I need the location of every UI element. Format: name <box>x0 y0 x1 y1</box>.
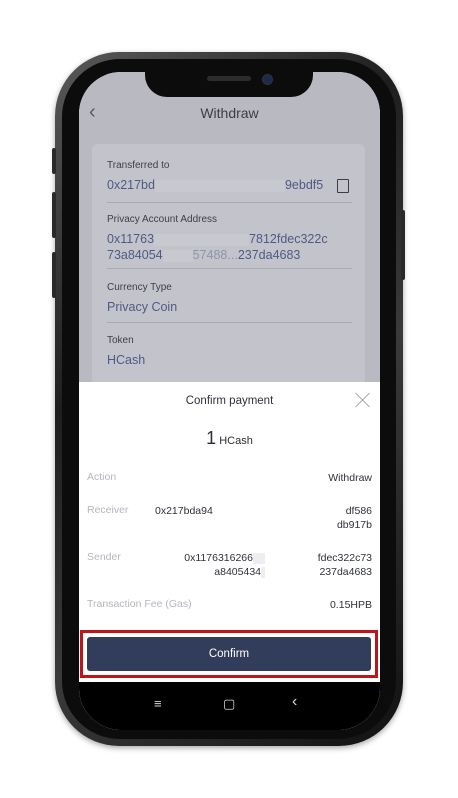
sheet-title: Confirm payment <box>185 395 274 407</box>
action-value: Withdraw <box>328 472 372 484</box>
amount-value: 1 <box>206 428 217 448</box>
volume-up-button <box>52 192 56 238</box>
transferred-to-value-end: 9ebdf5 <box>284 178 324 192</box>
sender-address-start: 0x1176316266 <box>184 552 253 564</box>
fee-label: Transaction Fee (Gas) <box>87 598 192 610</box>
sender-address-end-line1: fdec322c73 <box>317 552 372 564</box>
sender-address-end-line2: 237da4683 <box>319 566 372 578</box>
front-camera <box>262 74 273 85</box>
power-button <box>401 210 405 280</box>
confirm-button[interactable]: Confirm <box>87 637 371 671</box>
privacy-address-line2-end: 237da4683 <box>237 248 301 262</box>
token-value: HCash <box>107 353 146 367</box>
sender-label: Sender <box>87 551 121 563</box>
token-field: Token HCash <box>107 335 145 368</box>
receiver-address-end-line2: db917b <box>336 519 372 531</box>
redacted-block <box>154 179 285 192</box>
amount-unit: HCash <box>219 435 253 447</box>
page-title: Withdraw <box>200 105 259 121</box>
privacy-address-line1-start: 0x11763 <box>107 232 155 246</box>
divider <box>107 268 352 269</box>
fee-value: 0.15HPB <box>329 599 372 611</box>
privacy-address-value: 0x11763 7812fdec322c 73a84054 57488...237d… <box>107 231 328 263</box>
receiver-address-start: 0x217bda94 <box>155 505 213 517</box>
token-label: Token <box>107 335 134 346</box>
close-icon[interactable] <box>355 392 371 408</box>
sender-address-end: fdec322c73 237da4683 <box>318 551 372 579</box>
mute-switch <box>52 148 56 174</box>
divider <box>107 202 352 203</box>
redacted-block <box>162 249 193 262</box>
receiver-address-end: df586 db917b <box>337 504 372 532</box>
privacy-address-label: Privacy Account Address <box>107 214 218 225</box>
menu-icon[interactable]: ≡ <box>154 696 162 711</box>
transferred-to-field: Transferred to 0x217bd 9ebdf5 <box>107 160 323 193</box>
receiver-label: Receiver <box>87 504 129 516</box>
privacy-address-field: Privacy Account Address 0x11763 7812fdec3… <box>107 214 328 263</box>
redacted-block <box>154 233 250 246</box>
privacy-address-line2-start: 73a84054 <box>107 248 163 262</box>
privacy-address-line2-mid: 57488... <box>192 248 238 262</box>
action-label: Action <box>87 471 117 483</box>
receiver-address-end-line1: df586 <box>345 505 372 517</box>
transferred-to-value: 0x217bd 9ebdf5 <box>107 177 323 193</box>
sender-address-left: 0x1176316266 a8405434 <box>147 551 265 579</box>
speaker <box>207 76 251 81</box>
transferred-to-label: Transferred to <box>107 160 170 171</box>
confirm-highlight: Confirm <box>80 630 378 678</box>
redacted-block <box>261 566 265 578</box>
android-nav-bar: ≡ ▢ ‹ <box>79 682 380 730</box>
privacy-address-line1-end: 7812fdec322c <box>249 232 328 246</box>
redacted-block <box>253 552 265 564</box>
back-icon[interactable]: ‹ <box>292 693 297 711</box>
payment-amount: 1 HCash <box>79 428 380 449</box>
currency-type-field: Currency Type Privacy Coin <box>107 282 177 315</box>
divider <box>107 322 352 323</box>
copy-icon[interactable] <box>337 179 349 193</box>
currency-type-value: Privacy Coin <box>107 300 178 314</box>
transferred-to-value-start: 0x217bd <box>107 178 155 192</box>
currency-type-label: Currency Type <box>107 282 172 293</box>
sender-address-mid: a8405434 <box>214 566 261 578</box>
volume-down-button <box>52 252 56 298</box>
home-icon[interactable]: ▢ <box>223 696 235 712</box>
screen: ‹ Withdraw Transferred to 0x217bd 9ebdf5 … <box>79 72 380 730</box>
